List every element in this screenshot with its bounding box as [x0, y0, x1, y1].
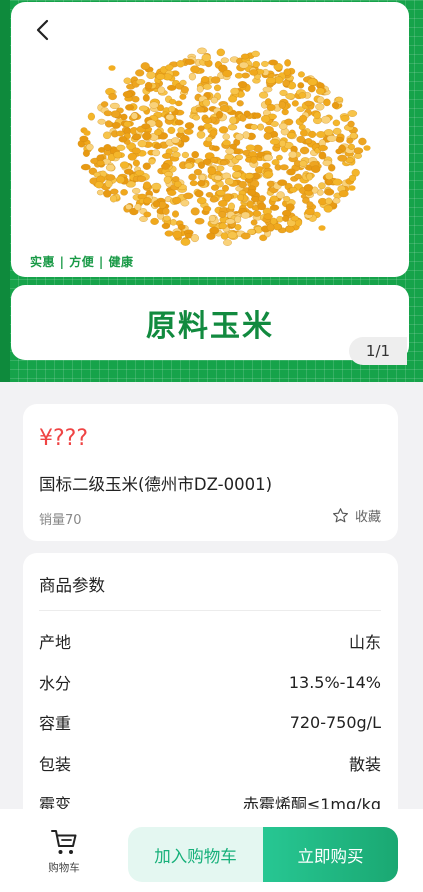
param-value: 720-750g/L	[289, 712, 381, 732]
param-label: 包装	[39, 755, 72, 774]
back-button[interactable]	[29, 16, 57, 44]
add-to-cart-button[interactable]: 加入购物车	[128, 827, 263, 882]
product-image-card: 实惠 | 方便 | 健康	[11, 2, 409, 277]
price: ¥???	[39, 426, 89, 451]
param-value: 13.5%-14%	[288, 672, 381, 692]
product-title: 原料玉米	[146, 308, 274, 344]
purchase-buttons: 加入购物车 立即购买	[128, 827, 398, 882]
cart-tab-label: 购物车	[48, 862, 80, 874]
buy-now-button[interactable]: 立即购买	[263, 827, 398, 882]
favorite-button[interactable]: 收藏	[332, 506, 381, 525]
param-row: 水分 13.5%-14%	[39, 670, 381, 694]
param-label: 容重	[39, 714, 72, 733]
product-name: 国标二级玉米(德州市DZ-0001)	[39, 475, 273, 494]
price-card: ¥??? 国标二级玉米(德州市DZ-0001) 销量70 收藏	[23, 404, 398, 541]
bottom-action-bar: 购物车 加入购物车 立即购买	[0, 809, 423, 892]
shopping-cart-icon	[51, 830, 77, 854]
image-page-indicator: 1/1	[349, 337, 407, 365]
chevron-left-icon	[36, 19, 49, 41]
banner-edge	[0, 0, 10, 382]
corn-kernels-image	[77, 47, 371, 246]
divider	[39, 610, 381, 611]
param-row: 容重 720-750g/L	[39, 710, 381, 734]
param-label: 产地	[39, 633, 72, 652]
param-row: 产地 山东	[39, 629, 381, 653]
param-value: 散装	[348, 755, 381, 774]
star-outline-icon	[332, 508, 348, 523]
param-value: 山东	[348, 633, 381, 652]
sales-count: 销量70	[39, 513, 82, 528]
favorite-label: 收藏	[354, 510, 381, 525]
cart-tab-button[interactable]: 购物车	[38, 827, 90, 875]
params-title: 商品参数	[39, 576, 105, 595]
product-banner: 实惠 | 方便 | 健康 原料玉米 1/1	[0, 0, 423, 382]
param-label: 水分	[39, 674, 72, 693]
param-row: 包装 散装	[39, 751, 381, 775]
tagline: 实惠 | 方便 | 健康	[30, 255, 134, 269]
